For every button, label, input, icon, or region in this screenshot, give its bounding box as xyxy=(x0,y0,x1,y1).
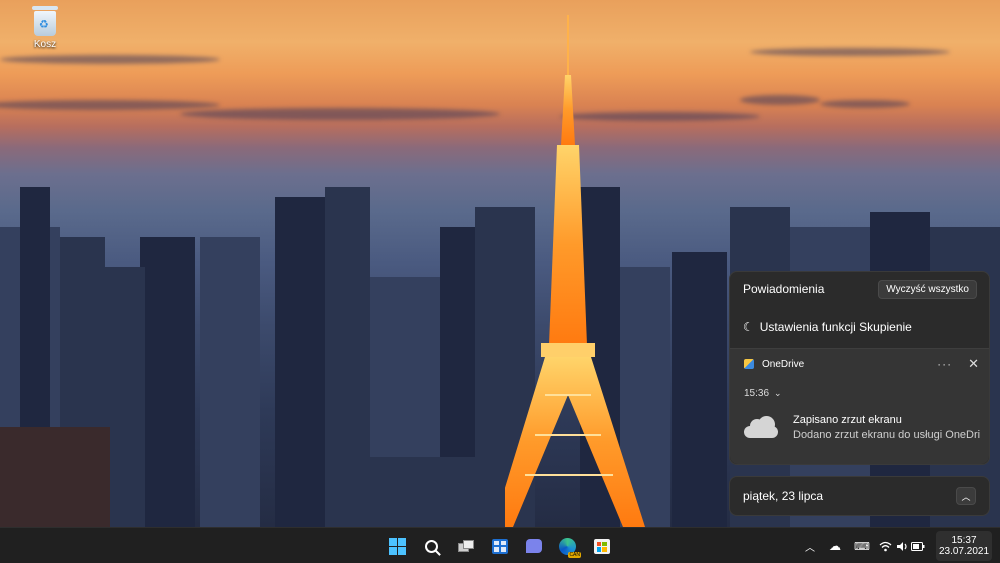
volume-icon[interactable] xyxy=(894,534,910,558)
system-tray: ︿ ☁ ⌨ 15:37 23.07.2021 xyxy=(798,528,1000,563)
store-button[interactable] xyxy=(588,533,615,560)
wallpaper-cloud xyxy=(0,100,220,110)
notification-card-header: OneDrive ··· ✕ xyxy=(730,349,989,379)
wifi-icon[interactable] xyxy=(876,534,894,558)
wallpaper-cloud xyxy=(820,100,910,108)
notification-title: Powiadomienia xyxy=(743,282,825,296)
notification-message[interactable]: Zapisano zrzut ekranu Dodano zrzut ekran… xyxy=(730,407,989,447)
moon-icon: ☾ xyxy=(743,320,754,334)
taskbar-clock[interactable]: 15:37 23.07.2021 xyxy=(936,531,992,561)
chevron-down-icon[interactable]: ⌄ xyxy=(774,388,782,399)
more-options-icon[interactable]: ··· xyxy=(937,357,952,371)
wallpaper-cloud xyxy=(740,95,820,105)
recycle-bin-icon: ♻ xyxy=(31,6,59,36)
cloud-icon xyxy=(742,416,780,438)
chevron-up-icon[interactable]: ︿ xyxy=(956,487,976,505)
calendar-flyout[interactable]: piątek, 23 lipca ︿ xyxy=(729,476,990,516)
tokyo-tower xyxy=(505,15,645,527)
desktop-icon-label: Kosz xyxy=(33,39,57,50)
chevron-up-icon[interactable]: ︿ xyxy=(798,534,822,558)
clear-all-button[interactable]: Wyczyść wszystko xyxy=(878,279,977,299)
taskbar-apps: CAN xyxy=(384,528,615,563)
battery-icon[interactable] xyxy=(910,534,926,558)
keyboard-icon[interactable]: ⌨ xyxy=(848,534,876,558)
desktop-icon-recycle-bin[interactable]: ♻ Kosz xyxy=(22,6,68,50)
wallpaper-cloud xyxy=(750,48,950,56)
notification-time: 15:36 xyxy=(744,387,770,399)
clock-date: 23.07.2021 xyxy=(938,546,990,557)
chat-button[interactable] xyxy=(520,533,547,560)
chat-icon xyxy=(525,539,542,553)
task-view-icon xyxy=(457,540,474,552)
windows-start-icon xyxy=(389,537,406,555)
start-button[interactable] xyxy=(384,533,411,560)
close-icon[interactable]: ✕ xyxy=(968,356,979,372)
notification-center: Powiadomienia Wyczyść wszystko ☾ Ustawie… xyxy=(729,271,990,465)
clock-time: 15:37 xyxy=(951,535,977,546)
search-button[interactable] xyxy=(418,533,445,560)
taskbar: CAN ︿ ☁ ⌨ 15:37 23.07.2021 xyxy=(0,527,1000,563)
edge-canary-button[interactable]: CAN xyxy=(554,533,581,560)
focus-assist-settings-label: Ustawienia funkcji Skupienie xyxy=(759,320,912,334)
widgets-icon xyxy=(491,538,508,554)
notification-message-title: Zapisano zrzut ekranu xyxy=(793,413,902,426)
onedrive-app-icon xyxy=(744,359,754,369)
onedrive-cloud-icon[interactable]: ☁ xyxy=(822,534,848,558)
notification-time-row[interactable]: 15:36 ⌄ xyxy=(730,379,989,407)
calendar-date: piątek, 23 lipca xyxy=(743,489,824,503)
search-icon xyxy=(425,539,438,553)
task-view-button[interactable] xyxy=(452,533,479,560)
edge-canary-icon: CAN xyxy=(559,537,581,558)
notification-header: Powiadomienia Wyczyść wszystko xyxy=(730,272,989,306)
notification-app-name: OneDrive xyxy=(762,358,805,370)
wallpaper-cloud xyxy=(180,108,500,120)
edge-canary-badge: CAN xyxy=(568,551,581,558)
store-icon xyxy=(593,538,610,554)
notification-card[interactable]: OneDrive ··· ✕ 15:36 ⌄ Zapisano zrzut ek… xyxy=(730,348,989,464)
widgets-button[interactable] xyxy=(486,533,513,560)
wallpaper-cloud xyxy=(0,55,220,64)
focus-assist-settings-link[interactable]: ☾ Ustawienia funkcji Skupienie xyxy=(730,306,989,348)
notification-message-body: Dodano zrzut ekranu do usługi OneDri xyxy=(793,428,981,441)
